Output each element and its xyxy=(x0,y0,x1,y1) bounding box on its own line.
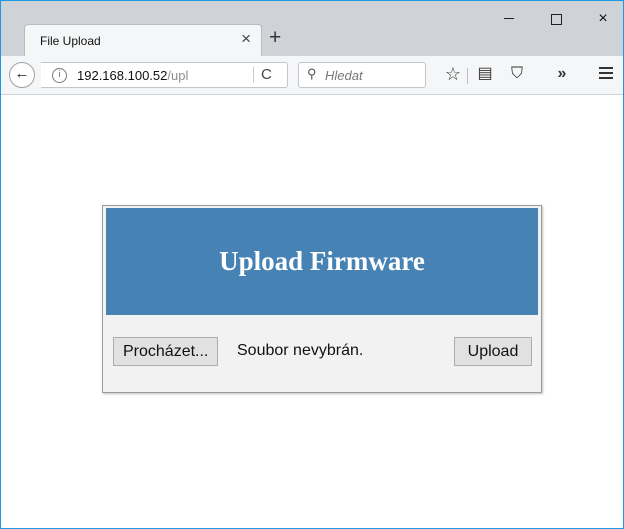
title-bar: File Upload × + × xyxy=(1,1,623,56)
panel-header: Upload Firmware xyxy=(106,208,538,315)
search-field[interactable]: ⚲ Hledat xyxy=(298,62,426,88)
search-placeholder: Hledat xyxy=(325,68,363,83)
url-divider xyxy=(253,67,254,83)
toolbar-divider xyxy=(467,68,468,84)
bookmark-star-icon[interactable]: ☆ xyxy=(442,64,464,84)
url-host: 192.168.100.52 xyxy=(77,68,168,83)
browse-button[interactable]: Procházet... xyxy=(113,337,219,366)
minimize-icon xyxy=(504,18,514,19)
overflow-icon[interactable]: » xyxy=(551,64,573,84)
window-close-button[interactable]: × xyxy=(592,9,614,29)
new-tab-icon[interactable]: + xyxy=(269,27,281,48)
menu-bar-line xyxy=(599,67,613,69)
pocket-icon[interactable]: ⛉ xyxy=(506,64,528,84)
url-path: /upl xyxy=(167,68,189,83)
hamburger-menu-icon[interactable] xyxy=(595,64,617,82)
reload-icon[interactable]: C xyxy=(261,66,272,83)
url-text[interactable]: 192.168.100.52/upl xyxy=(77,68,247,83)
maximize-button[interactable] xyxy=(545,9,567,29)
back-icon: ← xyxy=(14,65,30,82)
page-title: Upload Firmware xyxy=(219,246,425,276)
browser-window: File Upload × + × ← i 192.168.100.52/upl… xyxy=(0,0,624,529)
tab-file-upload[interactable]: File Upload × xyxy=(24,24,262,56)
file-status-text: Soubor nevybrán. xyxy=(237,342,364,359)
upload-button[interactable]: Upload xyxy=(454,337,532,366)
url-bar[interactable]: i 192.168.100.52/upl C xyxy=(41,62,288,88)
tab-title: File Upload xyxy=(40,34,101,48)
navigation-toolbar: ← i 192.168.100.52/upl C ⚲ Hledat ☆ ▤ ⛉ … xyxy=(1,56,623,95)
menu-bar-line xyxy=(599,77,613,79)
minimize-button[interactable] xyxy=(498,9,520,29)
tab-close-icon[interactable]: × xyxy=(241,30,251,48)
reader-view-icon[interactable]: ▤ xyxy=(474,64,496,84)
back-button[interactable]: ← xyxy=(9,62,35,88)
info-icon[interactable]: i xyxy=(52,68,67,83)
upload-panel: Upload Firmware Procházet... Soubor nevy… xyxy=(102,205,542,393)
menu-bar-line xyxy=(599,72,613,74)
search-icon: ⚲ xyxy=(307,66,317,81)
maximize-icon xyxy=(551,14,562,25)
close-icon: × xyxy=(598,10,608,27)
